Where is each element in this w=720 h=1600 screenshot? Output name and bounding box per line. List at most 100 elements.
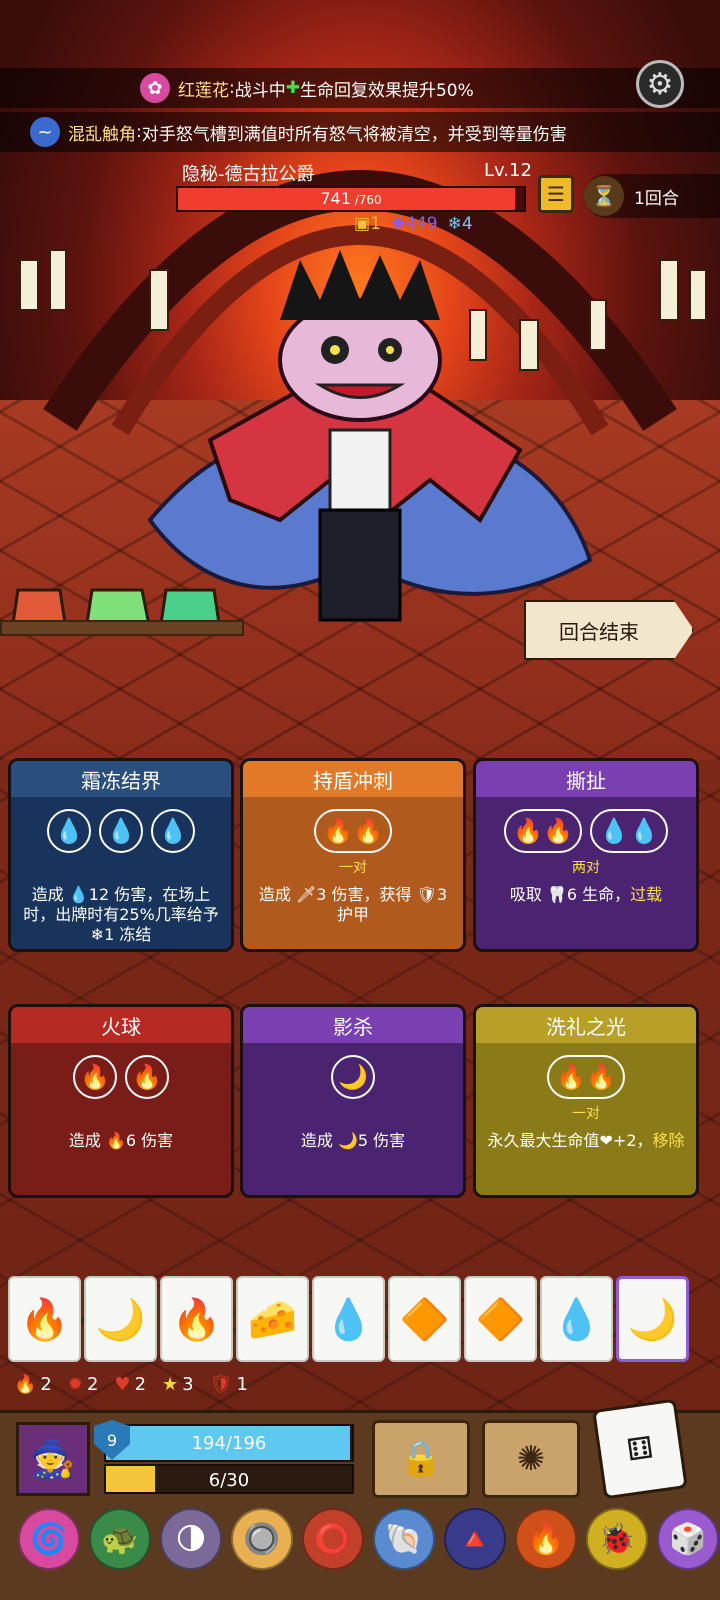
card-description-part: 吸取 bbox=[509, 885, 547, 904]
relic-icon[interactable]: 🎲 bbox=[657, 1508, 719, 1570]
boss-level: Lv.12 bbox=[484, 160, 532, 181]
card-description-part: 🗡3 bbox=[295, 885, 327, 904]
card-description: 造成 🔥6 伤害 bbox=[19, 1131, 223, 1151]
card-description-part: 造成 bbox=[258, 885, 296, 904]
resource-counter: 🛡 1 bbox=[210, 1374, 248, 1395]
card-description-part: 🛡3 bbox=[416, 885, 448, 904]
dice-slot[interactable]: 💧💧 bbox=[590, 809, 668, 853]
card-description-part: 造成 bbox=[31, 885, 69, 904]
dice-slot[interactable]: 🌙 bbox=[331, 1055, 375, 1099]
card-combo-label: 一对 bbox=[572, 1106, 600, 1122]
boss-status-row: ▣1 ✸449 ❄4 bbox=[354, 214, 473, 234]
card-description-part: 永久最大生命值 bbox=[487, 1131, 600, 1150]
skill-card[interactable]: 火球 🔥 🔥 造成 🔥6 伤害 bbox=[8, 1004, 234, 1198]
dice-slot[interactable]: 💧 bbox=[47, 809, 91, 853]
dice-slot[interactable]: 💧 bbox=[151, 809, 195, 853]
rolled-die[interactable]: 🔶 bbox=[464, 1276, 537, 1362]
freeze-status-icon: ❄4 bbox=[447, 214, 473, 234]
relic-icon[interactable]: 🐢 bbox=[89, 1508, 151, 1570]
resource-counter: ♥ 2 bbox=[114, 1374, 146, 1395]
skill-card[interactable]: 霜冻结界 💧 💧 💧 造成 💧12 伤害，在场上时，出牌时有25%几率给予 ❄1 冻结 bbox=[8, 758, 234, 952]
resource-icon: ★ bbox=[162, 1374, 179, 1395]
card-title: 撕扯 bbox=[476, 761, 696, 797]
round-label: 1回合 bbox=[634, 188, 679, 209]
lock-button[interactable]: 🔒 bbox=[372, 1420, 470, 1498]
armor-status-icon: ▣1 bbox=[354, 214, 381, 234]
relic-icon[interactable]: 🐞 bbox=[586, 1508, 648, 1570]
card-description-part: ❤ bbox=[599, 1131, 613, 1150]
relic-icon[interactable]: ⭕ bbox=[302, 1508, 364, 1570]
resource-value: 1 bbox=[236, 1374, 248, 1395]
card-description-part: 造成 bbox=[300, 1131, 338, 1150]
relic-icon[interactable]: 🔥 bbox=[515, 1508, 577, 1570]
card-description-part: 🔥6 bbox=[105, 1131, 137, 1150]
relic-icon[interactable]: 🔘 bbox=[231, 1508, 293, 1570]
dice-slot[interactable]: 🔥 bbox=[125, 1055, 169, 1099]
card-combo-label: 两对 bbox=[572, 860, 600, 876]
relic-icon[interactable]: 🌗 bbox=[160, 1508, 222, 1570]
resource-value: 2 bbox=[134, 1374, 147, 1395]
relic-icon[interactable]: 🐚 bbox=[373, 1508, 435, 1570]
rolled-die[interactable]: 🧀 bbox=[236, 1276, 309, 1362]
card-description-part: 🦷6 bbox=[546, 885, 578, 904]
relic-icon[interactable]: 🌀 bbox=[18, 1508, 80, 1570]
rolled-die[interactable]: 🌙 bbox=[84, 1276, 157, 1362]
card-description: 造成 🌙5 伤害 bbox=[251, 1131, 455, 1151]
rolled-die[interactable]: 💧 bbox=[312, 1276, 385, 1362]
rolled-die[interactable]: 🔥 bbox=[160, 1276, 233, 1362]
rolled-die[interactable]: 💧 bbox=[540, 1276, 613, 1362]
resource-counter: ✹ 2 bbox=[68, 1374, 99, 1395]
card-description-part: ❄1 bbox=[90, 925, 115, 944]
roll-dice-button[interactable]: ⚅ bbox=[592, 1398, 688, 1500]
field-effect-row[interactable]: ✿ 红莲花 : 战斗中 ✚ 生命回复效果提升50% bbox=[0, 68, 720, 108]
settings-gear-icon[interactable]: ⚙ bbox=[636, 60, 684, 108]
tentacle-icon: ~ bbox=[30, 117, 60, 147]
boss-passive-row[interactable]: ~ 混乱触角 : 对手怒气槽到满值时所有怒气将被清空，并受到等量伤害 bbox=[0, 112, 720, 152]
plus-icon: ✚ bbox=[285, 78, 300, 98]
card-description-part: 移除 bbox=[652, 1131, 685, 1150]
relic-icon[interactable]: 🔺 bbox=[444, 1508, 506, 1570]
dice-slot[interactable]: 🔥🔥 bbox=[314, 809, 392, 853]
end-turn-button[interactable]: 回合结束 bbox=[524, 600, 694, 660]
boss-intel-book-icon[interactable]: ☰ bbox=[538, 175, 574, 213]
round-counter: ⏳ 1回合 bbox=[584, 174, 720, 218]
resource-value: 2 bbox=[40, 1374, 52, 1395]
rage-status-icon: ✸449 bbox=[390, 214, 438, 234]
effect-name: 红莲花 bbox=[178, 80, 229, 101]
rolled-die[interactable]: 🔥 bbox=[8, 1276, 81, 1362]
boss-hp-bar: 741 /760 bbox=[176, 186, 526, 212]
dice-slot[interactable]: 💧 bbox=[99, 809, 143, 853]
skill-card[interactable]: 持盾冲刺 🔥🔥 一对 造成 🗡3 伤害，获得 🛡3 护甲 bbox=[240, 758, 466, 952]
card-title: 火球 bbox=[11, 1007, 231, 1043]
dice-slot[interactable]: 🔥🔥 bbox=[504, 809, 582, 853]
relic-bar: 🌀 🐢 🌗 🔘 ⭕ 🐚 🔺 🔥 🐞 🎲 bbox=[18, 1508, 719, 1570]
card-description: 吸取 🦷6 生命，过载 bbox=[484, 885, 688, 905]
card-description-part: 护甲 bbox=[336, 905, 369, 924]
resource-counter: 🔥 2 bbox=[14, 1374, 52, 1395]
card-description-part: 冻结 bbox=[114, 925, 152, 944]
card-description-part: 🌙5 bbox=[337, 1131, 369, 1150]
player-avatar[interactable]: 🧙 bbox=[16, 1422, 90, 1496]
player-xp-bar: 6/30 bbox=[104, 1464, 354, 1494]
card-title: 持盾冲刺 bbox=[243, 761, 463, 797]
boss-hp-text: 741 /760 bbox=[320, 189, 382, 208]
resource-icon: 🛡 bbox=[209, 1374, 233, 1395]
skill-card[interactable]: 撕扯 🔥🔥 💧💧 两对吸取 🦷6 生命，过载 bbox=[473, 758, 699, 952]
resource-counter: ★ 3 bbox=[162, 1374, 194, 1395]
dice-slot[interactable]: 🔥 bbox=[73, 1055, 117, 1099]
dice-bag-button[interactable]: ✺ bbox=[482, 1420, 580, 1498]
lotus-icon: ✿ bbox=[140, 73, 170, 103]
skill-card[interactable]: 影杀 🌙 造成 🌙5 伤害 bbox=[240, 1004, 466, 1198]
skill-card[interactable]: 洗礼之光 🔥🔥 一对 永久最大生命值❤+2，移除 bbox=[473, 1004, 699, 1198]
potion-shelf bbox=[0, 620, 244, 636]
card-description-part: 造成 bbox=[68, 1131, 106, 1150]
dice-icon: ⚅ bbox=[624, 1429, 656, 1469]
resource-icon: ♥ bbox=[114, 1374, 131, 1395]
card-description-part: 伤害，获得 bbox=[326, 885, 417, 904]
dice-slot[interactable]: 🔥🔥 bbox=[547, 1055, 625, 1099]
rolled-die[interactable]: 🔶 bbox=[388, 1276, 461, 1362]
rolled-die[interactable]: 🌙 bbox=[616, 1276, 689, 1362]
player-hp-text: 194/196 bbox=[191, 1433, 267, 1454]
card-description: 造成 🗡3 伤害，获得 🛡3 护甲 bbox=[251, 885, 455, 925]
resource-icon: 🔥 bbox=[14, 1374, 37, 1395]
